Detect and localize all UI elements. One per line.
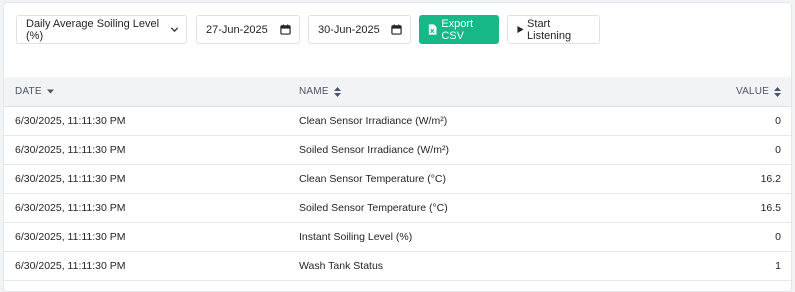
play-icon	[517, 25, 524, 34]
row-value: 0	[775, 231, 781, 243]
row-value: 0	[775, 144, 781, 156]
value-header-label: VALUE	[735, 86, 769, 97]
date-column-header[interactable]: DATE	[4, 86, 288, 97]
calendar-icon[interactable]	[391, 24, 402, 35]
row-name: Soiled Sensor Irradiance (W/m²)	[299, 144, 449, 156]
table-row: 6/30/2025, 11:11:30 PM Wash Tank Status …	[4, 252, 791, 281]
toolbar: Daily Average Soiling Level (%) 27-Jun-2…	[16, 15, 600, 44]
chevron-down-icon	[170, 27, 179, 33]
row-date: 6/30/2025, 11:11:30 PM	[15, 260, 126, 272]
table-row: 6/30/2025, 11:11:30 PM Clean Sensor Irra…	[4, 107, 791, 136]
row-date: 6/30/2025, 11:11:30 PM	[15, 231, 126, 243]
table-row: 6/30/2025, 11:11:30 PM Clean Sensor Temp…	[4, 165, 791, 194]
data-panel: Daily Average Soiling Level (%) 27-Jun-2…	[3, 2, 792, 292]
row-value: 16.2	[760, 173, 781, 185]
export-csv-button[interactable]: Export CSV	[419, 15, 499, 44]
date-header-label: DATE	[15, 86, 42, 97]
sort-icon	[774, 86, 781, 97]
name-header-label: NAME	[299, 86, 329, 97]
row-value: 16.5	[760, 202, 781, 214]
start-listening-button[interactable]: Start Listening	[507, 15, 600, 44]
table-row: 6/30/2025, 11:11:30 PM Soiled Sensor Tem…	[4, 194, 791, 223]
table-row: 6/30/2025, 11:11:30 PM Soiled Sensor Irr…	[4, 136, 791, 165]
row-value: 0	[775, 115, 781, 127]
row-date: 6/30/2025, 11:11:30 PM	[15, 144, 126, 156]
row-name: Clean Sensor Temperature (°C)	[299, 173, 446, 185]
value-column-header[interactable]: VALUE	[718, 86, 791, 97]
export-csv-label: Export CSV	[441, 17, 474, 42]
start-date-input[interactable]: 27-Jun-2025	[196, 15, 300, 44]
row-date: 6/30/2025, 11:11:30 PM	[15, 115, 126, 127]
file-excel-icon	[428, 24, 437, 35]
calendar-icon[interactable]	[280, 24, 291, 35]
table-row: 6/30/2025, 11:11:30 PM Instant Soiling L…	[4, 223, 791, 252]
start-date-value: 27-Jun-2025	[206, 23, 268, 36]
row-name: Soiled Sensor Temperature (°C)	[299, 202, 448, 214]
row-value: 1	[775, 260, 781, 272]
start-listening-label: Start Listening	[527, 17, 572, 42]
sort-icon	[333, 86, 341, 97]
row-name: Wash Tank Status	[299, 260, 384, 272]
row-name: Clean Sensor Irradiance (W/m²)	[299, 115, 448, 127]
table-header: DATE NAME VALUE	[4, 77, 791, 107]
row-date: 6/30/2025, 11:11:30 PM	[15, 173, 126, 185]
metric-select-value: Daily Average Soiling Level (%)	[26, 17, 160, 42]
name-column-header[interactable]: NAME	[288, 86, 718, 97]
data-table: DATE NAME VALUE 6/30/2025, 11:11:30 PM C…	[4, 77, 791, 281]
sort-desc-icon	[46, 89, 54, 94]
metric-select[interactable]: Daily Average Soiling Level (%)	[16, 15, 187, 44]
end-date-input[interactable]: 30-Jun-2025	[308, 15, 411, 44]
row-name: Instant Soiling Level (%)	[299, 231, 413, 243]
end-date-value: 30-Jun-2025	[318, 23, 380, 36]
row-date: 6/30/2025, 11:11:30 PM	[15, 202, 126, 214]
